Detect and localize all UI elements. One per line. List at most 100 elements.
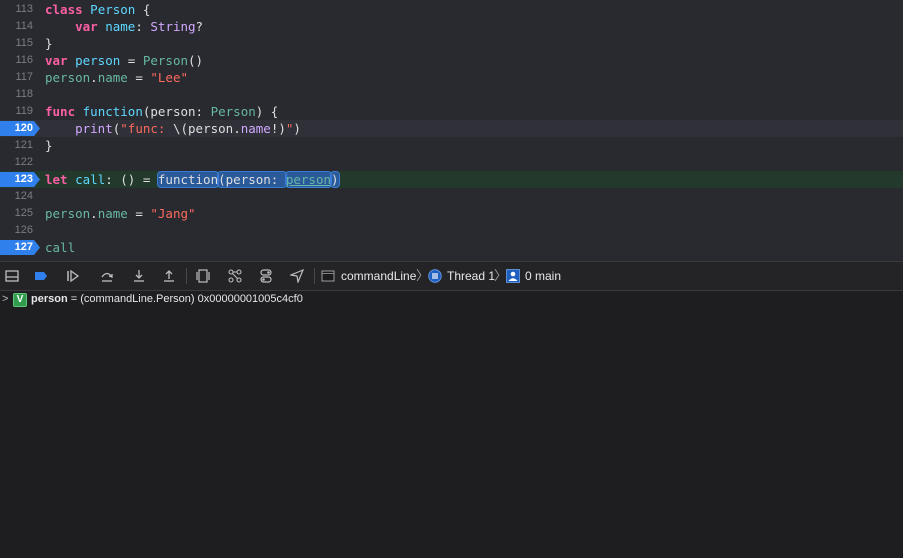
line-number[interactable]: 126	[0, 222, 33, 239]
line-number[interactable]: 122	[0, 154, 33, 171]
code-text: class Person {	[45, 1, 150, 18]
hide-debug-area-icon[interactable]	[5, 269, 19, 283]
simulate-location-icon[interactable]	[290, 269, 304, 283]
line-number[interactable]: 116	[0, 52, 33, 69]
debug-bar: commandLine 〉 Thread 1 〉 0 main	[0, 261, 903, 291]
line-number[interactable]: 121	[0, 137, 33, 154]
code-text: person.name = "Lee"	[45, 69, 188, 86]
variable-name: person	[31, 293, 68, 305]
code-line[interactable]: 126	[0, 222, 903, 239]
toolbar-divider	[186, 268, 187, 284]
code-token: )	[330, 171, 340, 188]
line-number[interactable]: 119	[0, 103, 33, 120]
code-token: ) {	[255, 104, 279, 119]
code-token: ()	[188, 53, 204, 68]
code-token: function	[156, 171, 220, 188]
stack-frame-icon	[506, 269, 520, 283]
breadcrumb-process[interactable]: commandLine	[341, 262, 416, 290]
code-token: Person	[90, 2, 136, 17]
view-hierarchy-icon[interactable]	[196, 269, 210, 283]
code-token: person	[284, 171, 333, 188]
code-token: {	[135, 2, 151, 17]
code-token: )	[293, 121, 301, 136]
code-token: Person	[142, 53, 188, 68]
code-token: call	[75, 172, 106, 187]
code-text: let call: () = function(person: person)	[45, 171, 340, 188]
code-token: \(	[172, 121, 189, 136]
code-text: var person = Person()	[45, 52, 203, 69]
code-line[interactable]: 118	[0, 86, 903, 103]
code-line[interactable]: 114 var name: String?	[0, 18, 903, 35]
code-text: print("func: \(person.name!)")	[45, 120, 301, 137]
code-token: }	[45, 36, 53, 51]
code-line[interactable]: 121}	[0, 137, 903, 154]
code-line[interactable]: 120 print("func: \(person.name!)")	[0, 120, 903, 137]
code-line[interactable]: 123 let call: () = function(person: perso…	[0, 171, 903, 188]
code-token: "Jang"	[150, 206, 196, 221]
memory-graph-icon[interactable]	[228, 269, 242, 283]
code-line[interactable]: 124	[0, 188, 903, 205]
code-token: call	[45, 240, 76, 255]
code-token: !)	[270, 121, 286, 136]
code-line[interactable]: 116 var person = Person()	[0, 52, 903, 69]
code-token: person	[188, 121, 234, 136]
line-number[interactable]: 127	[0, 239, 33, 256]
code-token: String	[150, 19, 196, 34]
disclosure-triangle-icon[interactable]: >	[2, 292, 8, 307]
code-token: person	[45, 70, 91, 85]
code-text: }	[45, 35, 53, 52]
code-text: func function(person: Person) {	[45, 103, 278, 120]
step-over-icon[interactable]	[100, 269, 114, 283]
code-line[interactable]: 115}	[0, 35, 903, 52]
code-token: .	[90, 206, 98, 221]
code-token: name	[97, 206, 128, 221]
variable-text: person = (commandLine.Person) 0x00000001…	[31, 291, 303, 308]
code-token: print	[75, 121, 113, 136]
breakpoints-toggle-icon[interactable]	[34, 269, 48, 283]
code-line[interactable]: 125 person.name = "Jang"	[0, 205, 903, 222]
code-token: =	[127, 206, 151, 221]
code-token: : () =	[105, 172, 158, 187]
line-number[interactable]: 125	[0, 205, 33, 222]
code-token: person	[45, 206, 91, 221]
variables-view: > V person = (commandLine.Person) 0x0000…	[0, 291, 903, 558]
breadcrumb-thread[interactable]: Thread 1	[447, 262, 495, 290]
line-number[interactable]: 118	[0, 86, 33, 103]
variable-row[interactable]: > V person = (commandLine.Person) 0x0000…	[0, 291, 903, 308]
code-token: }	[45, 138, 53, 153]
code-text: var name: String?	[45, 18, 203, 35]
code-line[interactable]: 119 func function(person: Person) {	[0, 103, 903, 120]
code-token: name	[97, 70, 128, 85]
line-number[interactable]: 117	[0, 69, 33, 86]
step-into-icon[interactable]	[132, 269, 146, 283]
line-number[interactable]: 115	[0, 35, 33, 52]
line-number[interactable]: 124	[0, 188, 33, 205]
thread-icon	[428, 269, 442, 283]
code-token: function	[82, 104, 143, 119]
code-token: var	[45, 53, 68, 68]
breadcrumb-frame[interactable]: 0 main	[525, 262, 561, 290]
code-token: class	[45, 2, 83, 17]
code-line[interactable]: 127 call	[0, 239, 903, 256]
code-text: person.name = "Jang"	[45, 205, 196, 222]
code-token: "func:	[120, 121, 173, 136]
line-number[interactable]: 120	[0, 120, 33, 137]
line-number[interactable]: 114	[0, 18, 33, 35]
code-line[interactable]: 117 person.name = "Lee"	[0, 69, 903, 86]
continue-icon[interactable]	[66, 269, 80, 283]
line-number[interactable]: 113	[0, 1, 33, 18]
code-line[interactable]: 122	[0, 154, 903, 171]
line-number[interactable]: 123	[0, 171, 33, 188]
code-line[interactable]: 113 class Person {	[0, 1, 903, 18]
code-token: func	[45, 104, 76, 119]
environment-overrides-icon[interactable]	[259, 269, 273, 283]
code-token: (person:	[217, 171, 287, 188]
code-token: =	[120, 53, 143, 68]
source-editor[interactable]: 113 class Person {114 var name: String? 11…	[0, 0, 903, 261]
code-token: var	[75, 19, 98, 34]
step-out-icon[interactable]	[162, 269, 176, 283]
code-token: .	[233, 121, 241, 136]
